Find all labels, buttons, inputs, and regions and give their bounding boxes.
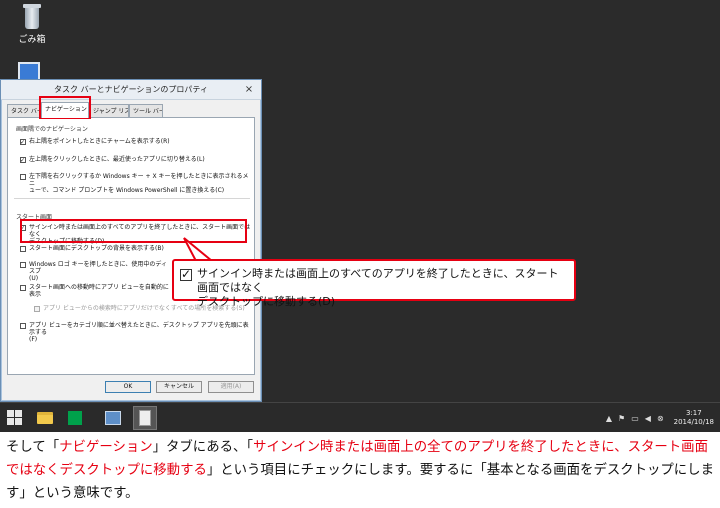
clock-date: 2014/10/18	[673, 418, 714, 426]
taskbar: ▲ ⚑ ▭ ◀ ⊗ 3:17 2014/10/18	[0, 402, 720, 432]
option-label: Windows ロゴ キーを押したときに、使用中のディスプ (U)	[29, 261, 167, 282]
clock[interactable]: 3:17 2014/10/18	[674, 409, 714, 427]
checkbox[interactable]	[20, 284, 26, 291]
checkbox[interactable]	[20, 261, 26, 268]
option-charms-top-right[interactable]: 右上隅をポイントしたときにチャームを表示する(R)	[20, 138, 252, 146]
caption-text: そして「ナビゲーション」タブにある、「サインイン時または画面上の全てのアプリを終…	[6, 436, 718, 505]
chevron-up-icon[interactable]: ▲	[606, 414, 612, 423]
option-label: スタート画面への移動時にアプリ ビューを自動的に表示	[29, 284, 169, 298]
navigation-tab-panel: 画面隅でのナビゲーション 右上隅をポイントしたときにチャームを表示する(R) 左…	[7, 117, 255, 375]
caption-highlight: ナビゲーション	[59, 440, 153, 455]
store-icon	[68, 411, 82, 425]
checkbox[interactable]	[34, 305, 40, 312]
option-switch-apps-top-left[interactable]: 左上隅をクリックしたときに、最近使ったアプリに切り替える(L)	[20, 156, 252, 164]
caption-part: 」タブにある、「	[152, 440, 254, 455]
system-tray: ▲ ⚑ ▭ ◀ ⊗ 3:17 2014/10/18	[600, 403, 714, 433]
clock-time: 3:17	[685, 409, 702, 417]
option-label: 左下隅を右クリックするか Windows キー + X キーを押したときに表示さ…	[29, 173, 249, 194]
tab-jump-list[interactable]: ジャンプ リスト	[89, 104, 129, 118]
divider	[14, 198, 250, 199]
start-button[interactable]	[4, 407, 26, 429]
option-label: アプリ ビューをカテゴリ順に並べ替えたときに、デスクトップ アプリを先頭に表示す…	[29, 322, 249, 343]
folder-icon	[37, 412, 53, 424]
recycle-bin-icon	[22, 4, 42, 30]
checkbox[interactable]	[20, 173, 26, 180]
option-windows-key-display[interactable]: Windows ロゴ キーを押したときに、使用中のディスプ (U)	[20, 261, 170, 282]
network-icon	[105, 411, 121, 425]
option-label: スタート画面にデスクトップの背景を表示する(B)	[29, 245, 164, 252]
checkbox[interactable]	[20, 138, 26, 146]
notification-icon[interactable]: ⊗	[657, 414, 664, 423]
tab-navigation[interactable]: ナビゲーション	[41, 102, 89, 118]
close-icon[interactable]: ×	[243, 84, 255, 96]
tab-toolbars[interactable]: ツール バー	[129, 104, 163, 118]
apply-button[interactable]: 適用(A)	[208, 381, 254, 393]
tab-taskbar[interactable]: タスク バー	[7, 104, 41, 118]
option-label: 右上隅をポイントしたときにチャームを表示する(R)	[29, 138, 170, 145]
caption-part: そして「	[6, 440, 60, 455]
zoomed-option-callout: サインイン時または画面上のすべてのアプリを終了したときに、スタート画面ではなくデ…	[172, 259, 576, 308]
option-desktop-apps-first[interactable]: アプリ ビューをカテゴリ順に並べ替えたときに、デスクトップ アプリを先頭に表示す…	[20, 322, 252, 343]
recycle-bin-label: ごみ箱	[18, 35, 46, 45]
desktop: ごみ箱 タスク バーとナビゲーションのプロパティ × タスク バー ナビゲーショ…	[0, 0, 720, 402]
taskbar-properties-window[interactable]	[133, 406, 157, 430]
monitor-icon[interactable]: ▭	[631, 414, 639, 423]
option-powershell-menu[interactable]: 左下隅を右クリックするか Windows キー + X キーを押したときに表示さ…	[20, 173, 252, 194]
taskbar-file-explorer[interactable]	[34, 407, 56, 429]
corner-navigation-group-label: 画面隅でのナビゲーション	[16, 126, 88, 133]
recycle-bin-shortcut[interactable]: ごみ箱	[2, 4, 62, 45]
option-show-apps-view[interactable]: スタート画面への移動時にアプリ ビューを自動的に表示	[20, 284, 170, 298]
taskbar-store[interactable]	[64, 407, 86, 429]
checkbox[interactable]	[20, 245, 26, 252]
option-label: 左上隅をクリックしたときに、最近使ったアプリに切り替える(L)	[29, 156, 205, 163]
cancel-button[interactable]: キャンセル	[156, 381, 202, 393]
properties-window-icon	[139, 410, 151, 426]
option-desktop-background[interactable]: スタート画面にデスクトップの背景を表示する(B)	[20, 245, 252, 252]
checkbox-checked-icon	[180, 267, 192, 281]
ok-button[interactable]: OK	[105, 381, 151, 393]
volume-icon[interactable]: ◀	[645, 414, 651, 423]
checkbox[interactable]	[20, 156, 26, 164]
windows-logo-icon	[7, 410, 23, 425]
callout-text: サインイン時または画面上のすべてのアプリを終了したときに、スタート画面ではなくデ…	[197, 267, 559, 308]
flag-icon[interactable]: ⚑	[618, 414, 625, 423]
taskbar-network[interactable]	[102, 407, 124, 429]
checkbox[interactable]	[20, 322, 26, 329]
